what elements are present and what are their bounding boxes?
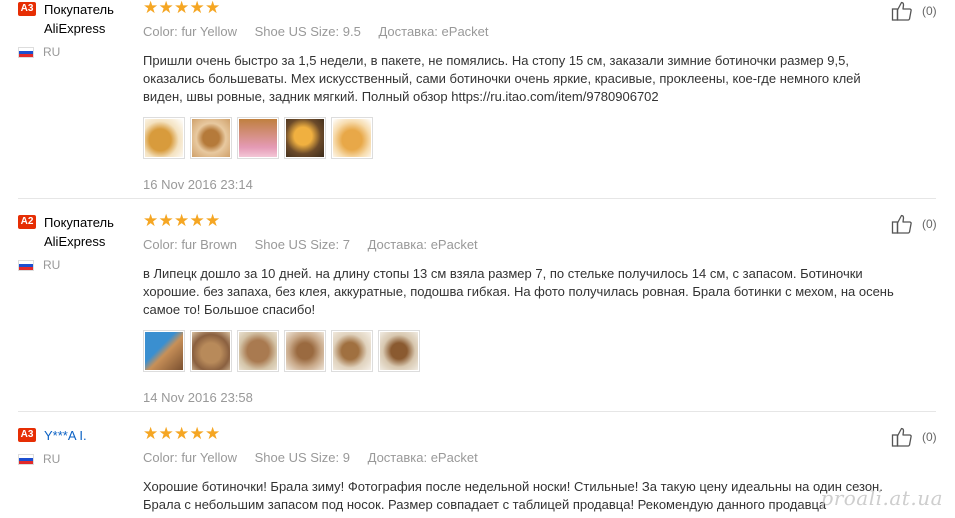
rating-stars: ★ ★ ★ ★ ★ — [143, 0, 903, 16]
buyer-info: A3 Покупатель AliExpress RU — [18, 0, 138, 59]
star-icon: ★ — [174, 424, 190, 443]
review-divider — [18, 411, 936, 412]
rating-stars: ★ ★ ★ ★ ★ — [143, 424, 903, 443]
russia-flag-icon — [18, 453, 34, 465]
review-text: в Липецк дошло за 10 дней. на длину стоп… — [143, 266, 894, 317]
review-divider — [18, 198, 936, 199]
buyer-name: Покупатель AliExpress — [44, 2, 114, 36]
review-photo-thumbnail[interactable] — [190, 117, 232, 159]
order-attributes: Color: fur Yellow Shoe US Size: 9.5 Дост… — [143, 24, 489, 39]
helpful-like[interactable]: (0) — [891, 213, 937, 235]
review-photo-thumbnail[interactable] — [331, 117, 373, 159]
russia-flag-icon — [18, 46, 34, 58]
review-photo-thumbnail[interactable] — [284, 117, 326, 159]
star-icon: ★ — [189, 211, 205, 230]
helpful-like[interactable]: (0) — [891, 0, 937, 22]
order-attributes: Color: fur Yellow Shoe US Size: 9 Достав… — [143, 450, 478, 465]
buyer-country: RU — [18, 258, 138, 272]
like-count: (0) — [922, 4, 937, 18]
review-text: Хорошие ботиночки! Брала зиму! Фотографи… — [143, 479, 883, 512]
star-icon: ★ — [205, 211, 221, 230]
like-count: (0) — [922, 217, 937, 231]
review-date: 16 Nov 2016 23:14 — [143, 177, 253, 192]
like-count: (0) — [922, 430, 937, 444]
star-icon: ★ — [174, 0, 190, 17]
star-icon: ★ — [158, 0, 174, 17]
review-text: Пришли очень быстро за 1,5 недели, в пак… — [143, 53, 861, 104]
review-photo-thumbnail[interactable] — [143, 330, 185, 372]
star-icon: ★ — [205, 424, 221, 443]
helpful-like[interactable]: (0) — [891, 426, 937, 448]
buyer-level-badge: A2 — [18, 215, 36, 229]
star-icon: ★ — [158, 424, 174, 443]
buyer-info: A2 Покупатель AliExpress RU — [18, 213, 138, 272]
order-attributes: Color: fur Brown Shoe US Size: 7 Доставк… — [143, 237, 478, 252]
review-content: ★ ★ ★ ★ ★ Color: fur Yellow Shoe US Size: 9 … — [143, 424, 903, 514]
buyer-country: RU — [18, 45, 138, 59]
review-photo-thumbnail[interactable] — [143, 117, 185, 159]
buyer-name-link[interactable]: Y***A I. — [44, 426, 87, 445]
review-photo-thumbnail[interactable] — [190, 330, 232, 372]
thumbs-up-icon[interactable] — [891, 0, 913, 22]
buyer-country: RU — [18, 452, 138, 466]
star-icon: ★ — [189, 424, 205, 443]
buyer-info: A3 Y***A I. RU — [18, 426, 138, 466]
buyer-level-badge: A3 — [18, 428, 36, 442]
buyer-name: Покупатель AliExpress — [44, 215, 114, 249]
review-photo-thumbnail[interactable] — [378, 330, 420, 372]
review-photos — [143, 330, 903, 372]
star-icon: ★ — [143, 424, 159, 443]
review-photos — [143, 117, 903, 159]
thumbs-up-icon[interactable] — [891, 426, 913, 448]
review-photo-thumbnail[interactable] — [237, 330, 279, 372]
russia-flag-icon — [18, 259, 34, 271]
star-icon: ★ — [158, 211, 174, 230]
review-content: ★ ★ ★ ★ ★ Color: fur Brown Shoe US Size: 7 Д… — [143, 211, 903, 405]
rating-stars: ★ ★ ★ ★ ★ — [143, 211, 903, 230]
site-watermark: proali.at.ua — [820, 486, 943, 510]
thumbs-up-icon[interactable] — [891, 213, 913, 235]
review-content: ★ ★ ★ ★ ★ Color: fur Yellow Shoe US Size: 9.… — [143, 0, 903, 192]
star-icon: ★ — [143, 211, 159, 230]
star-icon: ★ — [205, 0, 221, 17]
star-icon: ★ — [143, 0, 159, 17]
star-icon: ★ — [174, 211, 190, 230]
star-icon: ★ — [189, 0, 205, 17]
review-photo-thumbnail[interactable] — [331, 330, 373, 372]
review-photo-thumbnail[interactable] — [284, 330, 326, 372]
buyer-level-badge: A3 — [18, 2, 36, 16]
review-date: 14 Nov 2016 23:58 — [143, 390, 253, 405]
review-photo-thumbnail[interactable] — [237, 117, 279, 159]
